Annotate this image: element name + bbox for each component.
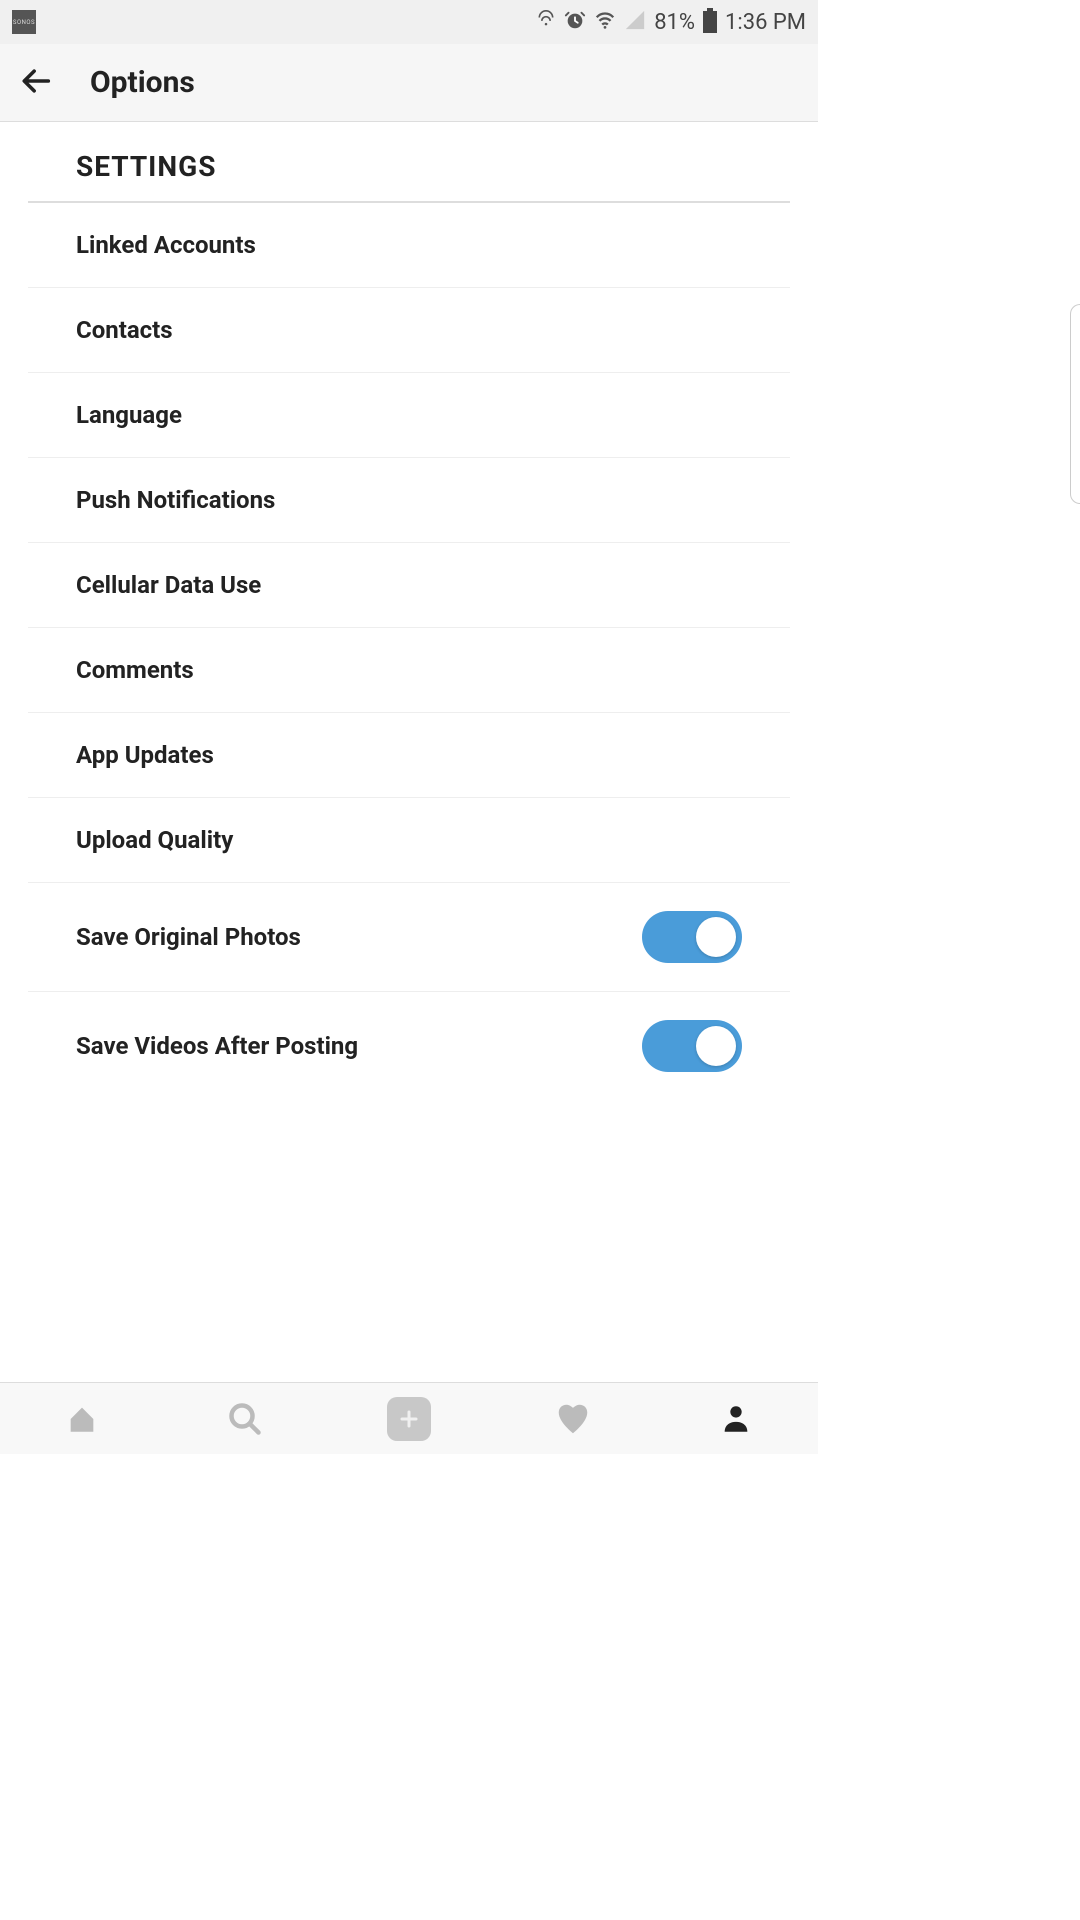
settings-item-push-notifications[interactable]: Push Notifications (28, 458, 790, 543)
battery-icon (703, 11, 717, 33)
section-header-settings: SETTINGS (28, 122, 790, 203)
search-icon (227, 1401, 263, 1437)
nav-activity[interactable] (545, 1391, 601, 1447)
settings-item-save-videos-after-posting: Save Videos After Posting (28, 992, 790, 1100)
settings-item-label: Save Original Photos (76, 923, 301, 951)
settings-item-cellular-data-use[interactable]: Cellular Data Use (28, 543, 790, 628)
settings-item-label: App Updates (76, 741, 214, 769)
toggle-thumb (696, 917, 736, 957)
settings-item-label: Cellular Data Use (76, 571, 261, 599)
settings-item-language[interactable]: Language (28, 373, 790, 458)
settings-item-label: Push Notifications (76, 486, 275, 514)
arrow-left-icon (20, 64, 54, 98)
app-header: Options (0, 44, 818, 122)
settings-item-label: Linked Accounts (76, 231, 256, 259)
settings-item-label: Contacts (76, 316, 173, 344)
home-icon (65, 1402, 99, 1436)
bottom-nav (0, 1382, 818, 1454)
wifi-icon (594, 9, 616, 35)
toggle-save-videos-after-posting[interactable] (642, 1020, 742, 1072)
signal-icon (624, 9, 646, 35)
settings-content[interactable]: SETTINGS Linked Accounts Contacts Langua… (0, 122, 818, 1382)
settings-item-upload-quality[interactable]: Upload Quality (28, 798, 790, 883)
battery-percent: 81% (654, 10, 695, 35)
status-left: SONOS (12, 10, 36, 34)
settings-item-label: Save Videos After Posting (76, 1032, 358, 1060)
nav-profile[interactable] (708, 1391, 764, 1447)
back-button[interactable] (20, 64, 54, 102)
settings-item-linked-accounts[interactable]: Linked Accounts (28, 203, 790, 288)
heart-icon (554, 1400, 592, 1438)
status-right: 81% 1:36 PM (536, 9, 806, 35)
settings-item-app-updates[interactable]: App Updates (28, 713, 790, 798)
settings-item-comments[interactable]: Comments (28, 628, 790, 713)
profile-icon (719, 1402, 753, 1436)
nav-home[interactable] (54, 1391, 110, 1447)
toggle-save-original-photos[interactable] (642, 911, 742, 963)
alarm-icon (564, 9, 586, 35)
scroll-handle[interactable] (1070, 304, 1080, 504)
nav-search[interactable] (217, 1391, 273, 1447)
sonos-app-icon: SONOS (12, 10, 36, 34)
settings-item-label: Language (76, 401, 182, 429)
settings-item-label: Comments (76, 656, 194, 684)
settings-item-contacts[interactable]: Contacts (28, 288, 790, 373)
settings-item-save-original-photos: Save Original Photos (28, 883, 790, 992)
add-icon (387, 1397, 431, 1441)
status-bar: SONOS 81% 1:36 PM (0, 0, 818, 44)
page-title: Options (90, 65, 195, 100)
settings-item-label: Upload Quality (76, 826, 233, 854)
nav-add[interactable] (381, 1391, 437, 1447)
sync-icon (536, 10, 556, 34)
toggle-thumb (696, 1026, 736, 1066)
clock: 1:36 PM (725, 10, 806, 35)
